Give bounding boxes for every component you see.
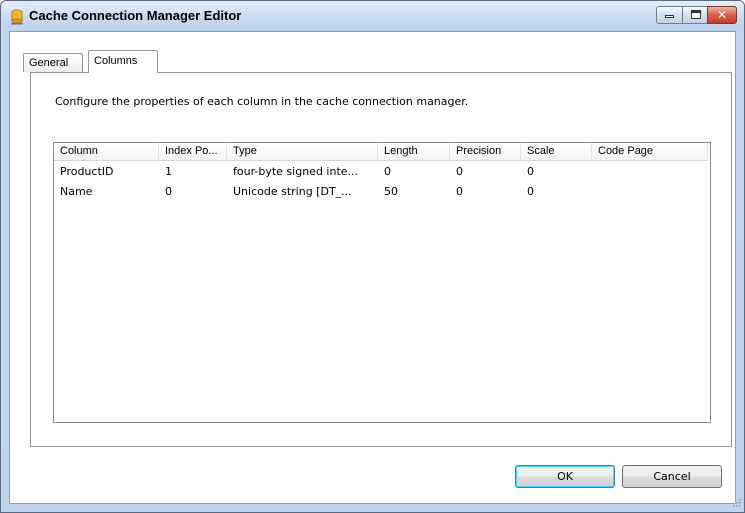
close-icon: ✕ bbox=[716, 8, 728, 22]
cell-length[interactable]: 50 bbox=[378, 182, 450, 202]
header-index-position[interactable]: Index Po... bbox=[159, 143, 227, 160]
header-column[interactable]: Column bbox=[54, 143, 159, 160]
cell-column[interactable]: ProductID bbox=[54, 162, 159, 182]
header-code-page[interactable]: Code Page bbox=[592, 143, 708, 160]
cell-length[interactable]: 0 bbox=[378, 162, 450, 182]
columns-grid[interactable]: Column Index Po... Type Length Precision… bbox=[53, 142, 711, 423]
close-button[interactable]: ✕ bbox=[707, 6, 737, 24]
table-row[interactable]: Name 0 Unicode string [DT_... 50 0 0 bbox=[54, 182, 708, 202]
columns-tab-panel: Configure the properties of each column … bbox=[30, 72, 732, 447]
window-title: Cache Connection Manager Editor bbox=[29, 8, 242, 23]
minimize-icon bbox=[665, 15, 674, 18]
table-row[interactable]: ProductID 1 four-byte signed inte... 0 0… bbox=[54, 162, 708, 182]
cell-index-position[interactable]: 0 bbox=[159, 182, 227, 202]
header-scale[interactable]: Scale bbox=[521, 143, 592, 160]
minimize-button[interactable] bbox=[656, 6, 683, 24]
instruction-text: Configure the properties of each column … bbox=[55, 95, 469, 108]
header-type[interactable]: Type bbox=[227, 143, 378, 160]
cancel-button[interactable]: Cancel bbox=[622, 465, 722, 488]
header-precision[interactable]: Precision bbox=[450, 143, 521, 160]
tab-general[interactable]: General bbox=[23, 53, 83, 72]
cell-type[interactable]: four-byte signed inte... bbox=[227, 162, 378, 182]
grid-header: Column Index Po... Type Length Precision… bbox=[54, 143, 708, 161]
title-bar[interactable]: Cache Connection Manager Editor ✕ bbox=[1, 1, 744, 31]
cell-scale[interactable]: 0 bbox=[521, 162, 592, 182]
cell-scale[interactable]: 0 bbox=[521, 182, 592, 202]
cell-code-page[interactable] bbox=[592, 162, 708, 182]
cell-index-position[interactable]: 1 bbox=[159, 162, 227, 182]
resize-grip-icon[interactable] bbox=[731, 497, 741, 507]
maximize-icon bbox=[691, 10, 701, 19]
ok-button[interactable]: OK bbox=[515, 465, 615, 488]
cell-column[interactable]: Name bbox=[54, 182, 159, 202]
cylinder-icon bbox=[11, 9, 23, 25]
cell-type[interactable]: Unicode string [DT_... bbox=[227, 182, 378, 202]
cell-code-page[interactable] bbox=[592, 182, 708, 202]
header-length[interactable]: Length bbox=[378, 143, 450, 160]
maximize-button[interactable] bbox=[682, 6, 708, 24]
cell-precision[interactable]: 0 bbox=[450, 182, 521, 202]
cell-precision[interactable]: 0 bbox=[450, 162, 521, 182]
tab-columns[interactable]: Columns bbox=[88, 50, 158, 73]
